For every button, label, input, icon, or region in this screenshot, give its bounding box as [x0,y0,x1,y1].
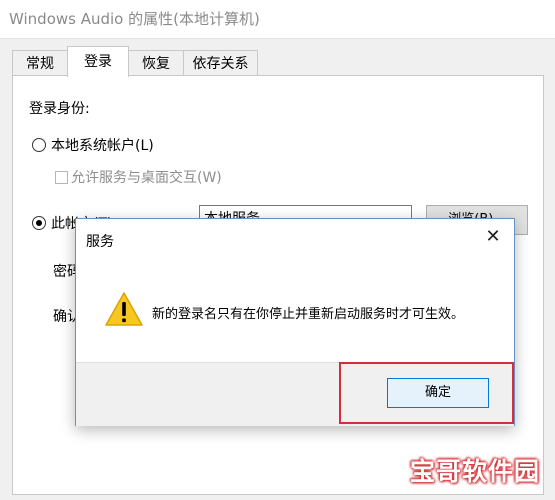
interact-desktop-label: 允许服务与桌面交互(W) [71,170,222,186]
tab-recovery[interactable]: 恢复 [128,50,184,76]
close-icon[interactable]: ✕ [482,226,504,248]
tab-dependencies[interactable]: 依存关系 [183,50,258,76]
tab-general[interactable]: 常规 [12,50,68,76]
highlight-box [339,362,514,424]
logon-as-label: 登录身份: [29,101,90,117]
window-title: Windows Audio 的属性(本地计算机) [9,10,260,28]
dialog-message: 新的登录名只有在你停止并重新启动服务时才可生效。 [152,307,465,322]
window-title-bar: Windows Audio 的属性(本地计算机) [0,0,555,39]
local-system-label: 本地系统帐户(L) [51,138,154,154]
tab-logon[interactable]: 登录 [67,46,129,77]
radio-selected-dot [36,220,42,226]
interact-desktop-checkbox[interactable] [55,171,68,184]
watermark-text: 宝哥软件园 [410,457,541,486]
this-account-radio[interactable] [32,216,46,230]
tab-strip: 常规 登录 恢复 依存关系 [0,46,555,77]
dialog-title: 服务 [86,234,114,250]
warning-icon [105,292,143,326]
watermark: 宝哥软件园 [410,452,550,494]
local-system-radio[interactable] [32,138,46,152]
